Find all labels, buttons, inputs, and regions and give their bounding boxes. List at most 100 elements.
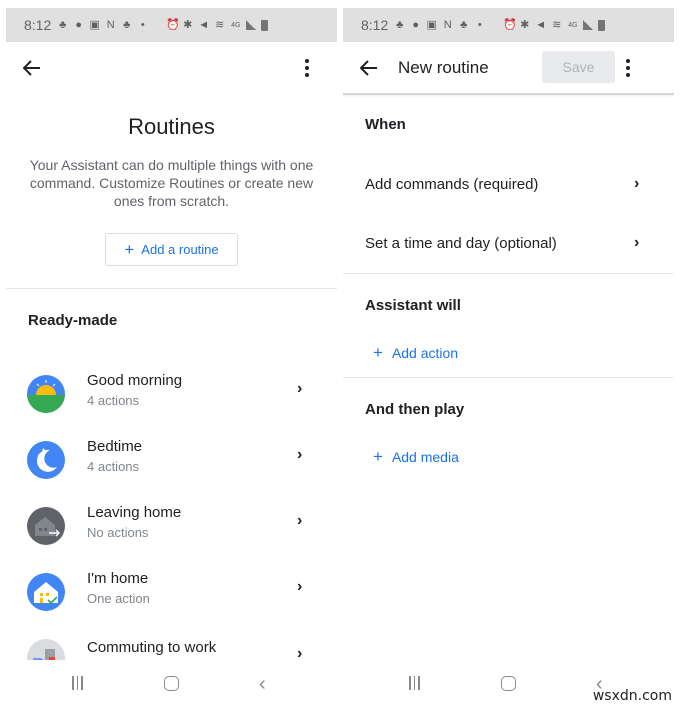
4g-lte-icon: 4G <box>231 21 241 29</box>
plus-icon: + <box>373 343 383 362</box>
page-description: Your Assistant can do multiple things wi… <box>29 157 314 209</box>
section-title-and-then-play: And then play <box>365 401 465 418</box>
divider <box>343 273 674 274</box>
status-time: 8:12 <box>361 17 389 33</box>
dot-icon: • <box>140 18 145 31</box>
more-options-button[interactable] <box>299 56 315 80</box>
chevron-right-icon: › <box>634 175 640 192</box>
add-routine-button[interactable]: + Add a routine <box>105 233 238 266</box>
notification-icon: ♣ <box>59 18 67 31</box>
app-bar: New routine Save <box>343 42 674 95</box>
recents-button[interactable] <box>72 676 83 690</box>
chevron-right-icon: › <box>297 578 303 595</box>
routine-name: Good morning <box>87 372 183 389</box>
add-action-button[interactable]: + Add action <box>373 344 458 361</box>
back-button[interactable] <box>357 56 381 80</box>
divider <box>343 377 674 378</box>
leaving-home-icon <box>27 507 65 545</box>
divider <box>6 288 337 289</box>
save-button[interactable]: Save <box>542 51 615 83</box>
routine-name: Bedtime <box>87 438 143 455</box>
set-time-day-row[interactable]: Set a time and day (optional) › <box>343 219 674 269</box>
alarm-icon: ⏰ <box>166 18 180 31</box>
routine-subtitle: 4 actions <box>87 459 140 474</box>
routine-item-im-home[interactable]: I'm home One action › <box>6 564 337 630</box>
bluetooth-icon: ✱ <box>520 18 530 31</box>
chevron-right-icon: › <box>297 512 303 529</box>
sunrise-icon <box>27 375 65 413</box>
notification-icon: ♣ <box>123 18 131 31</box>
more-vert-icon <box>626 58 630 63</box>
mute-icon: ◄ <box>198 18 210 31</box>
messenger-icon: ● <box>75 18 83 31</box>
page-title: Routines <box>128 114 215 139</box>
status-right-icons: ⏰ ✱ ◄ ≋ 4G <box>503 18 606 31</box>
more-options-button[interactable] <box>620 56 636 80</box>
routine-item-bedtime[interactable]: Bedtime 4 actions › <box>6 432 337 498</box>
status-left-icons: ♣ ● ▣ N ♣ • <box>57 18 148 31</box>
routine-subtitle: 4 actions <box>87 393 140 408</box>
add-media-label: Add media <box>391 448 459 465</box>
battery-icon <box>261 19 269 31</box>
more-vert-icon <box>305 59 309 63</box>
watermark: wsxdn.com <box>592 688 672 704</box>
routine-subtitle: One action <box>87 591 150 606</box>
wifi-icon: ≋ <box>215 18 225 31</box>
home-button[interactable] <box>164 676 179 691</box>
chevron-right-icon: › <box>634 234 640 251</box>
nfc-icon: N <box>106 18 115 31</box>
screen-title: New routine <box>398 57 489 77</box>
signal-icon <box>583 20 594 30</box>
add-routine-label: Add a routine <box>141 242 219 257</box>
4g-lte-icon: 4G <box>568 21 578 29</box>
chevron-right-icon: › <box>297 446 303 463</box>
section-title-when: When <box>365 116 406 133</box>
routine-item-good-morning[interactable]: Good morning 4 actions › <box>6 366 337 432</box>
wifi-icon: ≋ <box>552 18 562 31</box>
add-commands-row[interactable]: Add commands (required) › <box>343 160 674 210</box>
routine-item-leaving-home[interactable]: Leaving home No actions › <box>6 498 337 564</box>
app-bar <box>6 42 337 94</box>
back-button[interactable] <box>20 56 44 80</box>
status-bar: 8:12 ♣ ● ▣ N ♣ • ⏰ ✱ ◄ ≋ 4G <box>6 8 337 42</box>
status-bar: 8:12 ♣ ● ▣ N ♣ • ⏰ ✱ ◄ ≋ 4G <box>343 8 674 42</box>
alarm-icon: ⏰ <box>503 18 517 31</box>
routine-name: Leaving home <box>87 504 182 521</box>
battery-icon <box>598 19 606 31</box>
bluetooth-icon: ✱ <box>183 18 193 31</box>
add-media-button[interactable]: + Add media <box>373 448 459 465</box>
recents-button[interactable] <box>409 676 420 690</box>
gallery-icon: ▣ <box>89 18 100 31</box>
routine-name: I'm home <box>87 570 149 587</box>
row-label: Add commands (required) <box>365 176 539 193</box>
system-back-button[interactable]: ‹ <box>259 673 266 696</box>
arrow-back-icon <box>23 60 40 76</box>
commute-icon <box>27 639 65 660</box>
arrow-back-icon <box>360 59 377 76</box>
nfc-icon: N <box>443 18 452 31</box>
plus-icon: + <box>124 240 135 259</box>
home-button[interactable] <box>501 676 516 691</box>
gallery-icon: ▣ <box>426 18 437 31</box>
messenger-icon: ● <box>412 18 420 31</box>
status-left-icons: ♣ ● ▣ N ♣ • <box>394 18 485 31</box>
new-routine-screen: 8:12 ♣ ● ▣ N ♣ • ⏰ ✱ ◄ ≋ 4G New routine … <box>343 0 674 711</box>
routine-subtitle: No actions <box>87 525 149 540</box>
mute-icon: ◄ <box>535 18 547 31</box>
home-check-icon <box>27 573 65 611</box>
notification-icon: ♣ <box>460 18 468 31</box>
chevron-right-icon: › <box>297 645 303 660</box>
system-nav-bar: ‹ <box>6 672 337 696</box>
routine-item-commuting-to-work[interactable]: Commuting to work › <box>6 630 337 660</box>
notification-icon: ♣ <box>396 18 404 31</box>
routine-name: Commuting to work <box>87 639 217 656</box>
status-right-icons: ⏰ ✱ ◄ ≋ 4G <box>166 18 269 31</box>
status-time: 8:12 <box>24 17 52 33</box>
row-label: Set a time and day (optional) <box>365 235 557 252</box>
plus-icon: + <box>373 447 383 466</box>
routines-screen: 8:12 ♣ ● ▣ N ♣ • ⏰ ✱ ◄ ≋ 4G Routines You… <box>6 0 337 711</box>
chevron-right-icon: › <box>297 380 303 397</box>
dot-icon: • <box>477 18 482 31</box>
signal-icon <box>246 20 257 30</box>
add-action-label: Add action <box>391 344 459 361</box>
